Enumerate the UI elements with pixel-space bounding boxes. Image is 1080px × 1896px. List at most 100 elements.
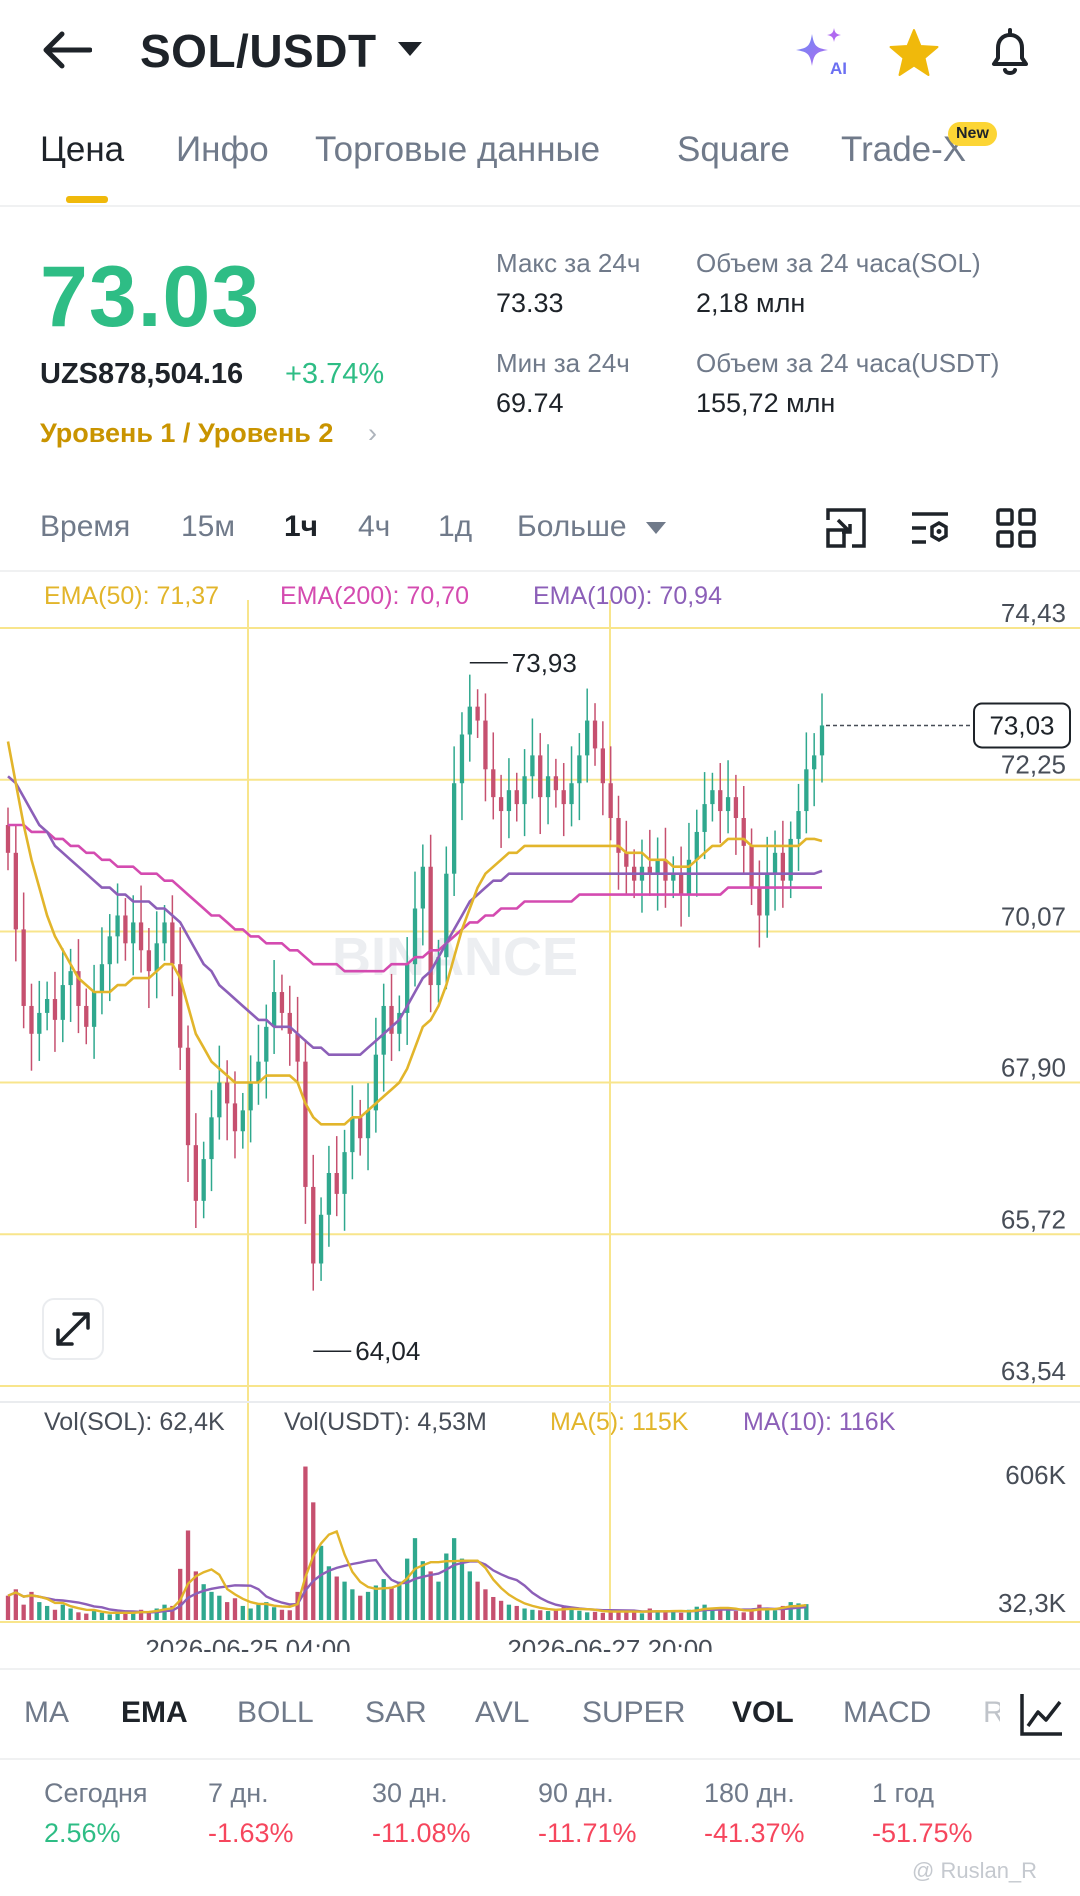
candle-body [91,992,97,1027]
price-chart[interactable]: BINANCE 74,4372,2570,0767,9065,7263,5473… [0,572,1080,1652]
price-change-percent: +3.74% [285,358,385,390]
high-24h-label: Макс за 24ч [496,248,641,278]
y-tick-label: 67,90 [1001,1053,1066,1083]
ai-sparkle-icon[interactable]: AI [790,26,850,78]
candle-body [475,706,480,721]
volume-bar [639,1613,645,1620]
interval-15m[interactable]: 15м [181,510,235,544]
volume-bar [428,1571,433,1620]
vol-tick-label: 32,3K [998,1588,1067,1618]
volume-bar [84,1613,89,1620]
candle-body [694,831,699,860]
candle-body [318,1214,324,1264]
candle-body [561,790,566,805]
indicator-sar[interactable]: SAR [365,1696,427,1730]
y-tick-label: 74,43 [1001,598,1066,628]
candle-body [21,929,26,1006]
candle-body [812,755,817,770]
level-link[interactable]: Уровень 1 / Уровень 2 [40,418,333,449]
footer-watermark: @ Ruslan_R [912,1858,1038,1883]
volume-bars [5,1466,809,1620]
volume-bar [334,1576,339,1620]
interval-1d[interactable]: 1д [438,510,472,544]
chevron-down-icon[interactable] [398,42,422,56]
tab-info[interactable]: Инфо [176,130,269,170]
pair-title[interactable]: SOL/USDT [140,24,377,78]
volume-bar [99,1612,105,1620]
volume-bar [725,1609,731,1620]
chart-labels: 74,43 72,25 70,07 67,90 65,72 63,54 73,93 64,04… [145,598,1071,1652]
perf-today-label: Сегодня [44,1778,148,1808]
volume-bar [185,1530,191,1620]
volume-bar [592,1611,598,1620]
candle-body [138,922,144,951]
interval-time[interactable]: Время [40,510,130,544]
back-arrow-icon[interactable] [40,28,92,72]
interval-1h[interactable]: 1ч [284,510,318,544]
indicator-settings-icon[interactable] [908,506,952,550]
x-axis-label: 2026-06-25 04:00 [145,1634,350,1652]
indicator-super[interactable]: SUPER [582,1696,685,1730]
perf-1y-value: -51.75% [872,1818,973,1848]
tab-square[interactable]: Square [677,130,790,170]
candle-body [264,1026,269,1062]
candle-body [52,998,58,1020]
volume-bar [21,1604,26,1620]
volume-bar [577,1610,582,1620]
volume-bar [240,1605,245,1620]
perf-today-value: 2.56% [44,1818,121,1848]
volume-bar [663,1612,668,1620]
candle-body [585,720,590,756]
chevron-down-icon[interactable] [646,522,666,534]
tab-trading-data[interactable]: Торговые данные [315,130,600,170]
tab-price[interactable]: Цена [40,130,124,170]
volume-bar [678,1612,684,1620]
indicator-ema[interactable]: EMA [121,1696,188,1730]
indicator-ma[interactable]: MA [24,1696,69,1730]
indicator-avl[interactable]: AVL [475,1696,529,1730]
volume-usdt-value: 155,72 млн [696,388,836,418]
interval-more[interactable]: Больше [517,510,627,544]
volume-bar [538,1610,543,1620]
candle-body [342,1152,347,1194]
candle-body [780,852,786,881]
indicator-boll[interactable]: BOLL [237,1696,314,1730]
chevron-right-icon[interactable]: › [368,418,377,449]
vol-tick-label: 606K [1005,1460,1066,1490]
volume-bar [772,1610,778,1620]
candle-body [84,1005,89,1027]
candle-body [271,992,277,1027]
candle-body [232,1103,238,1132]
interval-4h[interactable]: 4ч [358,510,390,544]
bell-icon[interactable] [984,26,1036,78]
candle-body [287,1012,292,1034]
candle-body [60,985,65,1020]
layout-grid-icon[interactable] [994,506,1038,550]
candle-body [115,915,120,937]
candle-body [655,859,660,874]
volume-bar [694,1606,699,1620]
volume-bar [303,1466,308,1620]
volume-bar [702,1604,707,1620]
expand-chart-button[interactable] [42,1298,104,1360]
star-icon[interactable] [888,28,940,78]
candle-body [225,1082,230,1104]
perf-1y-label: 1 год [872,1778,934,1808]
y-tick-label: 72,25 [1001,750,1066,780]
candle-body [749,845,754,888]
candle-body [663,859,668,881]
candle-body [326,1173,332,1215]
indicator-vol[interactable]: VOL [732,1696,794,1730]
chart-settings-icon[interactable] [1016,1690,1066,1740]
candle-body [702,804,707,832]
volume-bar [436,1581,441,1620]
candle-body [796,811,801,839]
candle-body [506,790,512,812]
page-tabs: Цена Инфо Торговые данные Square Trade-X [0,130,1080,206]
candle-body [553,776,559,791]
candle-body [123,915,128,944]
y-tick-label: 65,72 [1001,1204,1066,1234]
fullscreen-icon[interactable] [824,506,868,550]
indicator-macd[interactable]: MACD [843,1696,931,1730]
low-24h-label: Мин за 24ч [496,348,630,378]
